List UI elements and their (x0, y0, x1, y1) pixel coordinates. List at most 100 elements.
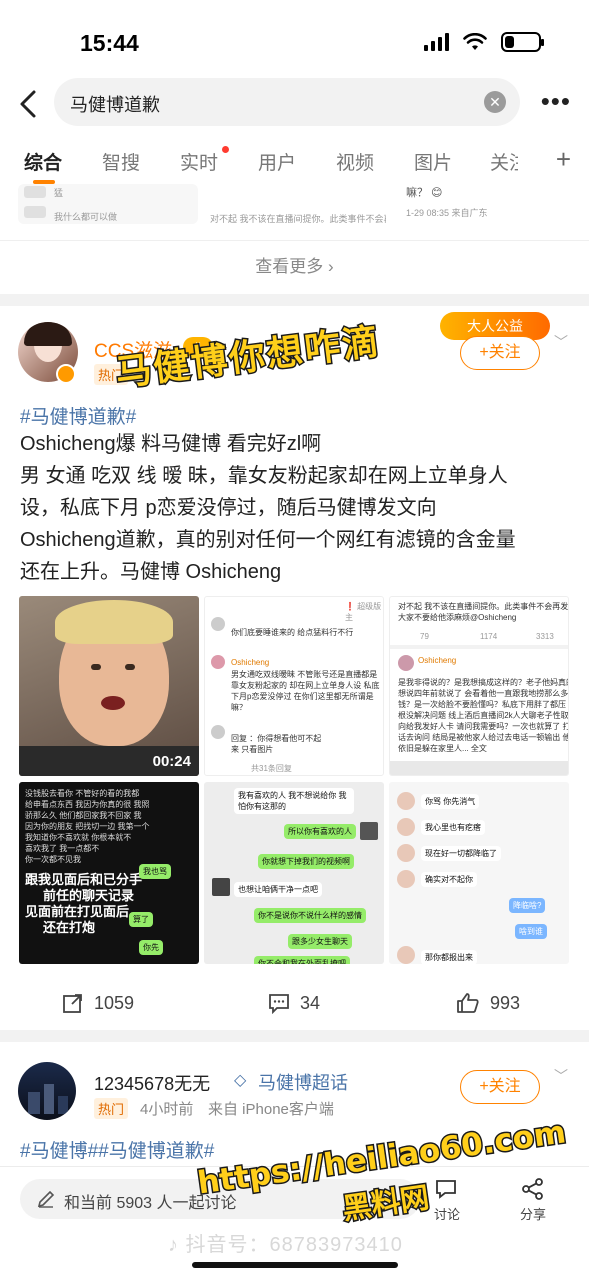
chevron-right-icon: › (328, 257, 334, 276)
hashtag-link[interactable]: #马健博道歉# (20, 402, 136, 429)
image-text: 共31条回复 (251, 764, 292, 773)
tab-video[interactable]: 视频 (336, 148, 374, 175)
discuss-icon (436, 1180, 456, 1199)
clear-icon[interactable]: ✕ (484, 91, 506, 113)
view-more-label: 查看更多 (255, 257, 324, 276)
avatar[interactable] (18, 1062, 76, 1120)
view-more-link[interactable]: 查看更多 › (0, 252, 589, 277)
home-indicator[interactable] (192, 1262, 398, 1268)
supertopic-link[interactable]: 马健博超话 (258, 1069, 348, 1095)
result-time: 1-29 08:35 来自广东 (406, 208, 488, 218)
image-thumbnail[interactable]: 对不起 我不该在直播间提你。此类事件不会再发生 大家不要给他添麻烦@Oshich… (389, 596, 569, 776)
tab-shishi[interactable]: 实时 (180, 148, 218, 175)
share-button[interactable]: 分享 (508, 1177, 558, 1223)
chat-bubble: 你不是说你不说什么样的感情 (254, 908, 366, 923)
chat-bubble: 你骂 你先消气 (421, 794, 480, 809)
chat-bubble: 算了 (129, 912, 153, 927)
tab-users[interactable]: 用户 (258, 148, 296, 175)
tab-zonghe[interactable]: 综合 (24, 148, 62, 175)
result-text: 猛 (54, 188, 64, 198)
chevron-down-icon[interactable]: ﹀ (554, 332, 568, 352)
result-card[interactable]: 猛 我什么都可以做 (18, 184, 198, 224)
video-duration: 00:24 (152, 753, 191, 770)
post-line: Oshicheng爆 料马健博 看完好zl啊 (20, 433, 322, 455)
image-text: 依旧是躲在家里人... 全文 (398, 744, 487, 753)
chat-bubble: 你就想下掉我们的视频啊 (258, 854, 354, 869)
image-text: Oshicheng (418, 656, 457, 665)
post-username[interactable]: 12345678无无 (94, 1070, 210, 1096)
post-line: Oshicheng道歉，真的别对任何一个网红有滤镜的含金量 (20, 529, 516, 551)
caption-line: 还在打炮 (43, 920, 96, 935)
image-thumbnail[interactable]: 我有喜欢的人 我不想说给你 我怕你有这那的 所以你有喜欢的人 你就想下掉我们的视… (204, 782, 384, 964)
share-icon (522, 1178, 543, 1200)
more-options-icon[interactable]: ••• (541, 88, 571, 114)
image-text: 男女通吃双线暧昧 不管账号还是直播都是 (231, 670, 378, 679)
image-text: 我知道你不喜欢就 你根本就不 (25, 833, 132, 842)
post-line: 设，私底下月 p恋爱没停过，随后马健博发文向 (20, 497, 437, 519)
battery-icon (501, 32, 544, 52)
chevron-down-icon[interactable]: ﹀ (554, 1066, 568, 1086)
chat-bubble: 啥到谁 (515, 924, 547, 939)
caption-line: 见面前在打见面后 (25, 904, 130, 919)
search-input[interactable]: 马健博道歉 ✕ (54, 78, 520, 126)
image-text: 来 只看图片 (231, 745, 274, 754)
chat-bubble: 降临啥? (509, 898, 546, 913)
image-text: 给申看点东西 我因为你真的很 我照 (25, 800, 150, 809)
chat-bubble: 确实对不起你 (421, 872, 477, 887)
post-body: Oshicheng爆 料马健博 看完好zl啊 男 女通 吃双 线 暧 昧，靠女友… (20, 428, 572, 588)
verified-badge-icon (56, 364, 76, 384)
image-text: Oshicheng (231, 658, 270, 667)
image-thumbnail[interactable]: 没钱股去看你 不管好的看的我都 给申看点东西 我因为你真的很 我照 骄那么久 他… (19, 782, 199, 964)
repost-button[interactable]: 1059 (62, 992, 134, 1014)
image-thumbnail[interactable]: 你骂 你先消气 我心里也有疙瘩 现在好一切都降临了 确实对不起你 降临啥? 啥到… (389, 782, 569, 964)
chat-bubble: 现在好一切都降临了 (421, 846, 501, 861)
diamond-icon: ◇ (234, 1072, 247, 1089)
banner-text: 马健博你想咋滴 (112, 320, 384, 396)
comment-count: 34 (300, 992, 321, 1013)
video-thumbnail[interactable]: 00:24 (19, 596, 199, 776)
image-text: 骄那么久 他们都回家我不回家 我 (25, 811, 142, 820)
chat-bubble: 跟多少女生聊天 (288, 934, 352, 949)
search-tabs: 综合 智搜 实时 用户 视频 图片 关注 + (0, 140, 589, 184)
hashtag-link[interactable]: #马健博##马健博道歉# (20, 1136, 214, 1163)
add-tab-icon[interactable]: + (556, 144, 571, 175)
discuss-button[interactable]: 讨论 (422, 1177, 472, 1223)
chat-bubble: 我也骂 (139, 864, 171, 879)
chat-bubble: 所以你有喜欢的人 (284, 824, 356, 839)
search-header: 马健博道歉 ✕ ••• (0, 78, 589, 128)
image-text: 钱？是一次给脸不要脸懂吗？私底下用胖了都压 (398, 700, 566, 709)
image-caption: 跟我见面后和已分手 前任的聊天记录 见面前在打见面后 还在打炮 (25, 872, 142, 936)
image-text: 你一次都不见我 (25, 855, 81, 864)
image-thumbnail[interactable]: ❗ 超级版主 你们底要睡谁来的 给点猛料行不行 Oshicheng 男女通吃双线… (204, 596, 384, 776)
status-icons (424, 32, 544, 52)
chat-bubble: 那你都报出来 (421, 950, 477, 964)
section-gap (0, 1030, 589, 1042)
image-text: 喜欢我了 我一点都不 (25, 844, 100, 853)
divider (0, 240, 589, 241)
tab-following[interactable]: 关注 (490, 148, 518, 175)
image-text: 下月p恋爱没停过 在你们这里都无所谓是 (231, 692, 374, 701)
post-line: 还在上升。马健博 Oshicheng (20, 561, 282, 583)
result-card[interactable]: 对不起 我不该在直播间提你。此类事件不会再发生 (206, 184, 386, 224)
tab-zhisou[interactable]: 智搜 (102, 148, 140, 175)
image-text: 是我非得说的？是我想搞成这样的？老子他妈真的 (398, 678, 569, 687)
result-text: 我什么都可以做 (54, 212, 118, 222)
image-text: 79 (420, 632, 429, 641)
follow-button[interactable]: +关注 (460, 336, 540, 370)
like-count: 993 (490, 992, 521, 1013)
like-button[interactable]: 993 (456, 992, 520, 1014)
follow-button[interactable]: +关注 (460, 1070, 540, 1104)
chat-bubble: 我心里也有疙瘩 (421, 820, 485, 835)
image-text: ❗ 超级版主 (345, 602, 382, 622)
result-card[interactable]: 嘛？ 😊 1-29 08:35 来自广东 (396, 184, 576, 224)
comment-button[interactable]: 34 (268, 992, 320, 1014)
image-text: 话去询问 结局是被他家人给过去电话一顿输出 他 (398, 733, 569, 742)
status-bar: 15:44 (0, 0, 589, 78)
cellular-signal-icon (424, 33, 449, 51)
back-arrow-icon[interactable] (14, 84, 44, 124)
chat-bubble: 也想让咱俩干净一点吧 (234, 882, 322, 897)
tab-images[interactable]: 图片 (414, 148, 452, 175)
image-text: 回复 ：你得想看他可不起 (231, 734, 322, 743)
thumbs-up-icon (457, 993, 479, 1013)
repost-icon (63, 994, 82, 1013)
